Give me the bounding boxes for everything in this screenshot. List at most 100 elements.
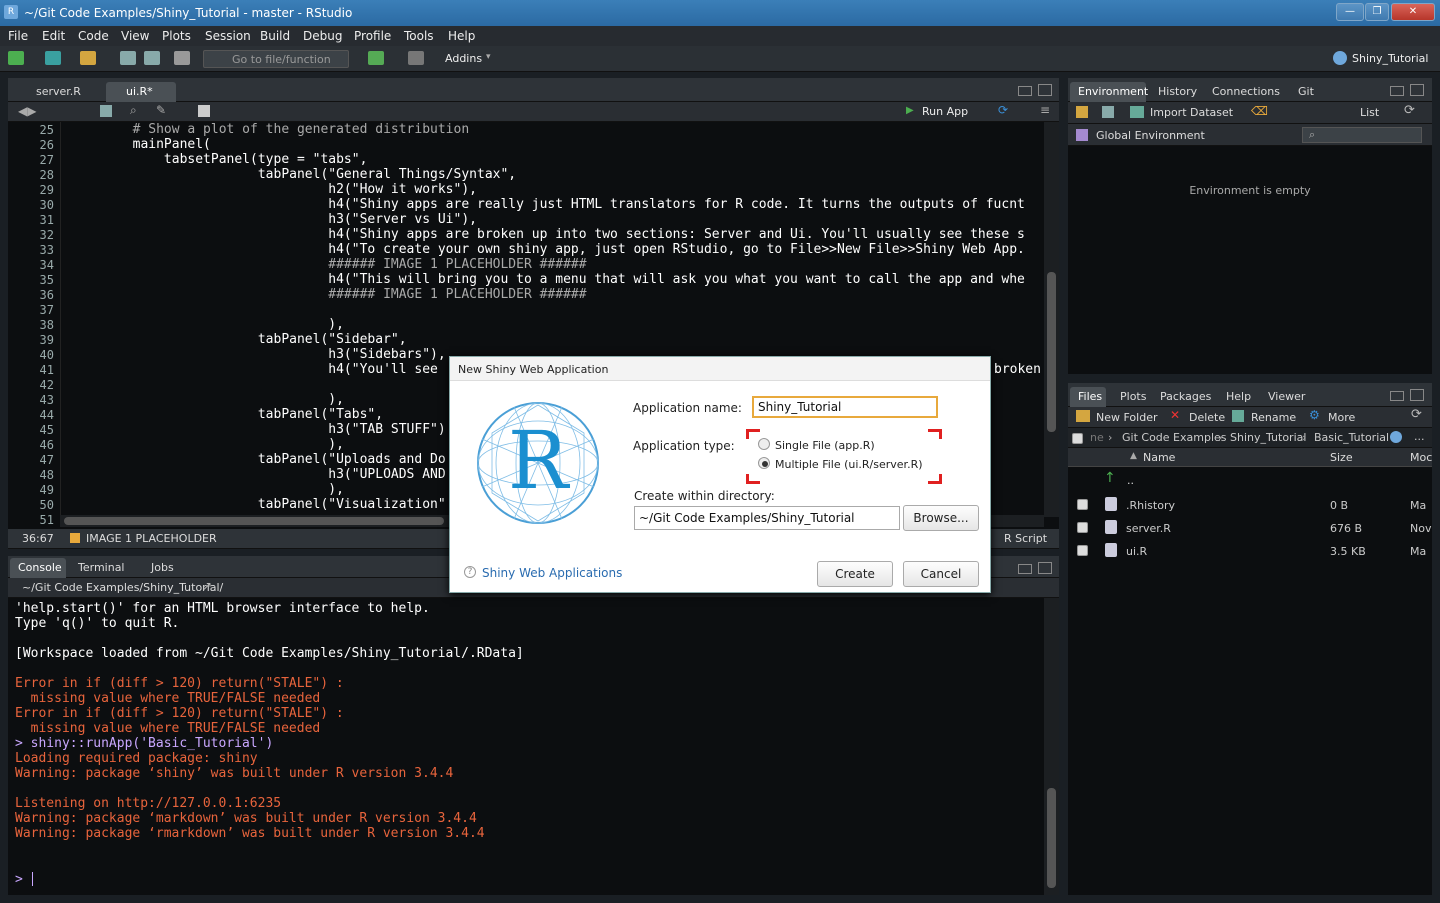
breadcrumb-basic-tutorial[interactable]: Basic_Tutorial (1314, 431, 1389, 444)
close-button[interactable]: ✕ (1391, 3, 1435, 21)
menu-view[interactable]: View (121, 29, 149, 43)
menu-file[interactable]: File (8, 29, 28, 43)
file-name[interactable]: ui.R (1126, 545, 1147, 558)
menu-edit[interactable]: Edit (42, 29, 65, 43)
maximize-pane-icon[interactable] (1038, 562, 1052, 574)
environment-selector[interactable]: Global Environment (1096, 129, 1205, 142)
single-file-radio[interactable] (758, 438, 770, 450)
multiple-file-radio[interactable] (758, 457, 770, 469)
menu-code[interactable]: Code (78, 29, 109, 43)
file-checkbox[interactable] (1077, 545, 1088, 556)
tab-plots[interactable]: Plots (1112, 387, 1152, 407)
maximize-pane-icon[interactable] (1410, 84, 1424, 96)
menu-tools[interactable]: Tools (404, 29, 434, 43)
file-row[interactable]: ui.R 3.5 KB Ma (1068, 540, 1432, 562)
list-view-selector[interactable]: List (1360, 106, 1379, 119)
tab-jobs[interactable]: Jobs (143, 558, 187, 578)
tab-history[interactable]: History (1150, 82, 1202, 102)
file-checkbox[interactable] (1077, 499, 1088, 510)
new-project-icon[interactable] (45, 51, 61, 65)
vertical-scrollbar[interactable] (1044, 122, 1059, 517)
tab-terminal[interactable]: Terminal (70, 558, 132, 578)
section-navigator[interactable]: IMAGE 1 PLACEHOLDER (86, 532, 217, 545)
menu-debug[interactable]: Debug (303, 29, 342, 43)
import-dataset-button[interactable]: Import Dataset (1150, 106, 1233, 119)
new-folder-button[interactable]: New Folder (1096, 411, 1157, 424)
cancel-button[interactable]: Cancel (903, 561, 979, 587)
tab-console[interactable]: Console (10, 558, 66, 578)
header-size[interactable]: Size (1330, 451, 1353, 464)
wand-icon[interactable]: ✎ (156, 103, 166, 117)
maximize-pane-icon[interactable] (1410, 389, 1424, 401)
tab-connections[interactable]: Connections (1204, 82, 1284, 102)
header-name[interactable]: Name (1143, 451, 1175, 464)
broom-icon[interactable]: ⌫ (1251, 104, 1268, 118)
new-file-icon[interactable] (8, 51, 24, 65)
menu-plots[interactable]: Plots (162, 29, 191, 43)
publish-icon[interactable]: ⟳ (998, 103, 1008, 117)
header-modified[interactable]: Moc (1410, 451, 1432, 464)
delete-button[interactable]: Delete (1189, 411, 1225, 424)
minimize-pane-icon[interactable] (1390, 391, 1404, 401)
rename-button[interactable]: Rename (1251, 411, 1296, 424)
tab-git[interactable]: Git (1290, 82, 1320, 102)
save-workspace-icon[interactable] (1102, 106, 1114, 118)
maximize-pane-icon[interactable] (1038, 84, 1052, 96)
menu-session[interactable]: Session (205, 29, 251, 43)
breadcrumb-shiny-tutorial[interactable]: Shiny_Tutorial (1230, 431, 1306, 444)
print-icon[interactable] (174, 51, 190, 65)
tab-environment[interactable]: Environment (1070, 82, 1148, 102)
back-arrow-icon[interactable]: ◀▶ (18, 104, 36, 118)
open-file-icon[interactable] (80, 51, 96, 65)
file-checkbox[interactable] (1077, 522, 1088, 533)
browse-button[interactable]: Browse... (903, 505, 979, 531)
minimize-pane-icon[interactable] (1018, 86, 1032, 96)
menu-build[interactable]: Build (260, 29, 290, 43)
grid-icon[interactable] (408, 51, 424, 65)
app-name-input[interactable] (752, 396, 938, 418)
run-app-button[interactable]: Run App (922, 105, 968, 118)
more-path-button[interactable]: ... (1414, 430, 1425, 443)
save-all-icon[interactable] (144, 51, 160, 65)
select-all-checkbox[interactable] (1072, 433, 1083, 444)
breadcrumb-git-code-examples[interactable]: Git Code Examples (1122, 431, 1227, 444)
maximize-button[interactable]: ❐ (1365, 3, 1389, 21)
tab-help[interactable]: Help (1218, 387, 1254, 407)
go-to-dir-icon[interactable]: ↗ (202, 579, 212, 593)
outline-icon[interactable]: ≡ (1040, 103, 1050, 117)
minimize-pane-icon[interactable] (1390, 86, 1404, 96)
menu-help[interactable]: Help (448, 29, 475, 43)
tab-viewer[interactable]: Viewer (1260, 387, 1310, 407)
tab-server-r[interactable]: server.R (14, 82, 102, 102)
tab-packages[interactable]: Packages (1152, 387, 1216, 407)
refresh-icon[interactable]: ⟳ (1404, 103, 1415, 118)
minimize-pane-icon[interactable] (1018, 564, 1032, 574)
tab-ui-r[interactable]: ui.R* (106, 82, 176, 102)
tab-files[interactable]: Files (1070, 387, 1106, 407)
parent-dir-link[interactable]: .. (1127, 474, 1134, 487)
minimize-button[interactable]: — (1336, 3, 1364, 21)
save-icon[interactable] (100, 105, 112, 117)
addins-menu[interactable]: Addins (445, 52, 482, 65)
file-name[interactable]: server.R (1126, 522, 1171, 535)
file-name[interactable]: .Rhistory (1126, 499, 1175, 512)
env-search-input[interactable]: ⌕ (1302, 127, 1422, 143)
goto-file-input[interactable]: Go to file/function (203, 50, 349, 68)
shiny-help-link[interactable]: Shiny Web Applications (482, 566, 622, 580)
git-icon[interactable] (368, 51, 384, 65)
load-workspace-icon[interactable] (1076, 106, 1088, 118)
up-arrow-icon[interactable]: ↑ (1104, 470, 1116, 486)
more-menu[interactable]: More (1328, 411, 1355, 424)
menu-profile[interactable]: Profile (354, 29, 391, 43)
create-button[interactable]: Create (817, 561, 893, 587)
compile-icon[interactable] (198, 105, 210, 117)
directory-input[interactable] (634, 506, 900, 530)
save-icon[interactable] (120, 51, 136, 65)
refresh-icon[interactable]: ⟳ (1411, 407, 1422, 422)
console-output[interactable]: 'help.start()' for an HTML browser inter… (8, 598, 1059, 895)
file-row[interactable]: .Rhistory 0 B Ma (1068, 494, 1432, 516)
file-type-selector[interactable]: R Script (1004, 532, 1047, 545)
file-row[interactable]: server.R 676 B Nov (1068, 517, 1432, 539)
search-icon[interactable]: ⌕ (130, 103, 137, 118)
project-menu[interactable]: Shiny_Tutorial (1352, 52, 1428, 65)
